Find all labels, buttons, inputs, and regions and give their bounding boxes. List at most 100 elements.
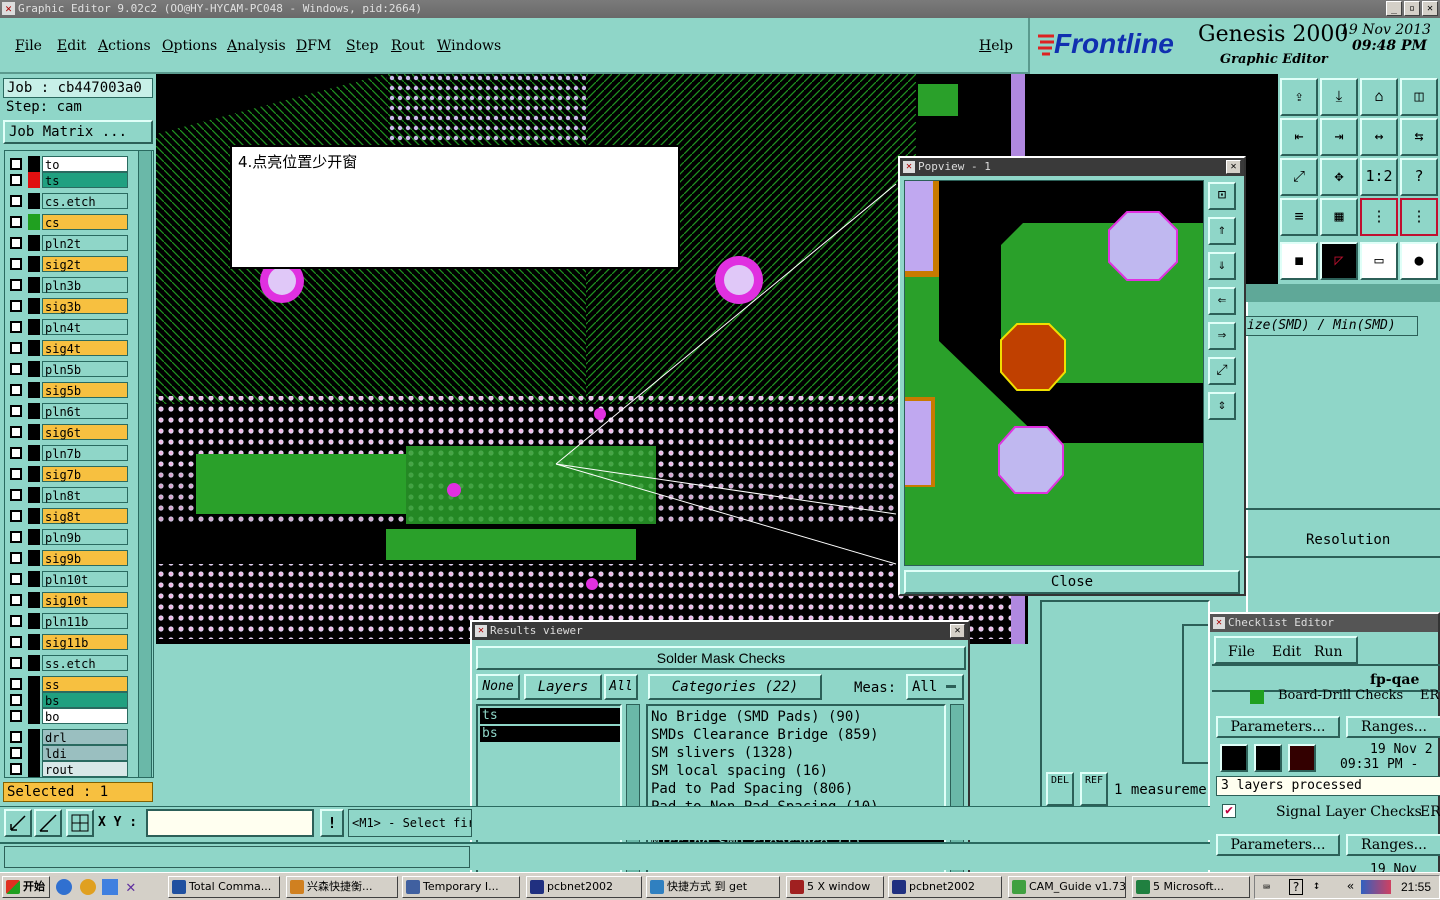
taskbar-item[interactable]: 兴森快捷衡...	[286, 876, 398, 898]
layer-color-swatch[interactable]	[28, 172, 40, 188]
layer-color-swatch[interactable]	[28, 729, 40, 745]
layer-color-swatch[interactable]	[28, 634, 40, 650]
tray-icons[interactable]	[1361, 880, 1391, 894]
tray-expand-icon[interactable]: «	[1347, 879, 1354, 893]
layer-name[interactable]: sig8t	[42, 508, 128, 524]
board-drill-checks[interactable]: Board-Drill Checks	[1278, 688, 1403, 700]
layer-color-swatch[interactable]	[28, 592, 40, 608]
layer-name[interactable]: pln5b	[42, 361, 128, 377]
layer-name[interactable]: ts	[42, 172, 128, 188]
layer-name[interactable]: sig4t	[42, 340, 128, 356]
layer-name[interactable]: sig6t	[42, 424, 128, 440]
draw-icon[interactable]: ◸	[1320, 242, 1358, 280]
layer-checkbox[interactable]	[10, 258, 22, 270]
layer-row-to[interactable]: to	[6, 156, 128, 172]
menu-windows[interactable]: Windows	[437, 38, 501, 54]
result-layer-bs[interactable]: bs	[480, 726, 620, 742]
left-icon[interactable]: ⇤	[1280, 118, 1318, 156]
layer-checkbox[interactable]	[10, 342, 22, 354]
layer-color-swatch[interactable]	[28, 529, 40, 545]
layer-name[interactable]: sig9b	[42, 550, 128, 566]
layer-color-swatch[interactable]	[28, 571, 40, 587]
taskbar-item[interactable]: CAM_Guide v1.73	[1008, 876, 1126, 898]
layer-name[interactable]: pln10t	[42, 571, 128, 587]
alert-icon[interactable]: !	[320, 809, 344, 837]
layer-color-swatch[interactable]	[28, 214, 40, 230]
layer-checkbox[interactable]	[10, 615, 22, 627]
taskbar-item[interactable]: Temporary I...	[402, 876, 520, 898]
all-button[interactable]: All	[604, 674, 638, 700]
layer-row-pln7b[interactable]: pln7b	[6, 445, 128, 461]
layer-checkbox[interactable]	[10, 510, 22, 522]
window-icon[interactable]: ◫	[1400, 78, 1438, 116]
layer-checkbox[interactable]	[10, 710, 22, 722]
scale-icon[interactable]: 1:2	[1360, 158, 1398, 196]
layer-name[interactable]: drl	[42, 729, 128, 745]
layer-name[interactable]: sig2t	[42, 256, 128, 272]
layer-row-ss-etch[interactable]: ss.etch	[6, 655, 128, 671]
zoom-icon[interactable]	[4, 809, 32, 837]
layer-checkbox[interactable]	[10, 405, 22, 417]
layer-name[interactable]: cs.etch	[42, 193, 128, 209]
popview-canvas[interactable]	[904, 180, 1204, 566]
layer-checkbox[interactable]	[10, 594, 22, 606]
layer-row-sig9b[interactable]: sig9b	[6, 550, 128, 566]
category-item[interactable]: SMDs Clearance Bridge (859)	[651, 726, 944, 744]
layer-name[interactable]: bo	[42, 708, 128, 724]
layer-color-swatch[interactable]	[28, 655, 40, 671]
grid-icon[interactable]	[66, 809, 94, 837]
layer-row-pln11b[interactable]: pln11b	[6, 613, 128, 629]
checklist-menu-file[interactable]: File	[1228, 644, 1255, 660]
layer-name[interactable]: to	[42, 156, 128, 172]
layer-row-sig8t[interactable]: sig8t	[6, 508, 128, 524]
layer-row-cs[interactable]: cs	[6, 214, 128, 230]
close-window-button[interactable]: ✕	[1422, 1, 1438, 16]
run-action-icon[interactable]	[1220, 744, 1248, 772]
menu-rout[interactable]: Rout	[391, 38, 425, 54]
layer-name[interactable]: pln11b	[42, 613, 128, 629]
start-button[interactable]: 开始	[2, 876, 50, 898]
layer-name[interactable]: sig10t	[42, 592, 128, 608]
layer-color-swatch[interactable]	[28, 193, 40, 209]
layer-color-swatch[interactable]	[28, 382, 40, 398]
menu-actions[interactable]: Actions	[98, 38, 151, 54]
quicklaunch-icon[interactable]	[102, 879, 118, 895]
layer-checkbox[interactable]	[10, 321, 22, 333]
layer-color-swatch[interactable]	[28, 745, 40, 761]
fit-icon[interactable]: ⤢	[1280, 158, 1318, 196]
layer-name[interactable]: pln6t	[42, 403, 128, 419]
layer-color-swatch[interactable]	[28, 676, 40, 692]
layer-red2-icon[interactable]: ⋮	[1400, 198, 1438, 236]
layer-checkbox[interactable]	[10, 216, 22, 228]
pan-icon[interactable]: ↔	[1360, 118, 1398, 156]
measure-icon[interactable]	[34, 809, 62, 837]
layer-row-cs-etch[interactable]: cs.etch	[6, 193, 128, 209]
layer-color-swatch[interactable]	[28, 403, 40, 419]
parameters-button-1[interactable]: Parameters...	[1216, 716, 1340, 738]
layer-name[interactable]: sig7b	[42, 466, 128, 482]
menu-analysis[interactable]: Analysis	[227, 38, 286, 54]
meas-select[interactable]: All	[906, 674, 964, 700]
layer-row-bo[interactable]: bo	[6, 708, 128, 724]
layer-checkbox[interactable]	[10, 158, 22, 170]
layer-row-pln8t[interactable]: pln8t	[6, 487, 128, 503]
layer-color-swatch[interactable]	[28, 424, 40, 440]
layer-color-swatch[interactable]	[28, 277, 40, 293]
menu-dfm[interactable]: DFM	[296, 38, 331, 54]
categories-button[interactable]: Categories (22)	[648, 674, 822, 700]
layer-checkbox[interactable]	[10, 657, 22, 669]
layer-checkbox[interactable]	[10, 237, 22, 249]
layer-checkbox[interactable]	[10, 174, 22, 186]
layer-color-swatch[interactable]	[28, 156, 40, 172]
ranges-button-1[interactable]: Ranges...	[1346, 716, 1440, 738]
category-item[interactable]: SM slivers (1328)	[651, 744, 944, 762]
layer-color-swatch[interactable]	[28, 508, 40, 524]
menu-file[interactable]: File	[15, 38, 42, 54]
taskbar-item[interactable]: pcbnet2002	[526, 876, 642, 898]
menu-step[interactable]: Step	[346, 38, 378, 54]
top-icon[interactable]: ⇪	[1280, 78, 1318, 116]
layer-name[interactable]: pln8t	[42, 487, 128, 503]
down-icon[interactable]: ⇓	[1208, 252, 1236, 280]
xy-input[interactable]	[146, 809, 314, 837]
layer-color-swatch[interactable]	[28, 487, 40, 503]
